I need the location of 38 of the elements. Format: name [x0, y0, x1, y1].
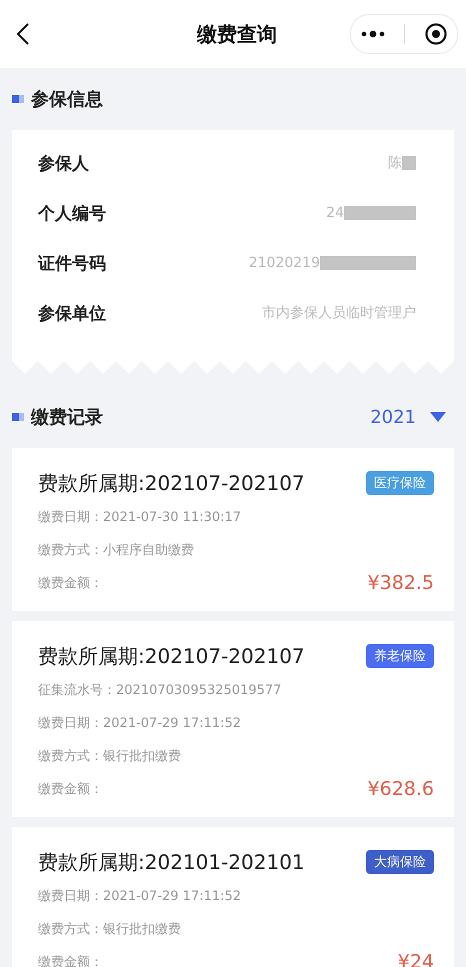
amount-value: ¥382.5: [368, 572, 434, 594]
record-detail: 缴费方式：小程序自助缴费: [38, 542, 194, 558]
amount-label: 缴费金额：: [38, 574, 103, 592]
record-detail: 缴费日期：2021-07-29 17:11:52: [38, 714, 242, 732]
field-value: 21020219: [248, 255, 320, 271]
record-detail: 缴费日期：2021-07-30 11:30:17: [38, 508, 242, 526]
record-period: 费款所属期:202107-202107: [38, 470, 305, 496]
record-detail: 缴费方式：银行批扣缴费: [38, 920, 181, 938]
section-title: 缴费记录: [31, 406, 103, 429]
year-dropdown[interactable]: 2021: [370, 406, 446, 428]
record-period: 费款所属期:202107-202107: [38, 642, 305, 670]
insurance-tag: 医疗保险: [366, 471, 434, 495]
record-detail: 缴费日期：2021-07-29 17:11:52: [38, 888, 242, 904]
close-button[interactable]: [425, 23, 448, 45]
back-icon: [16, 22, 30, 46]
amount-label: 缴费金额：: [38, 780, 103, 798]
amount-value: ¥628.6: [368, 778, 434, 800]
insurance-tag: 大病保险: [366, 850, 434, 874]
field-label: 参保单位: [38, 302, 106, 324]
page-title: 缴费查询: [197, 20, 277, 48]
target-icon: [425, 23, 448, 45]
section-marker-icon: [12, 95, 24, 103]
field-value: 24: [326, 205, 344, 221]
field-label: 证件号码: [38, 252, 106, 274]
insurance-tag: 养老保险: [366, 644, 434, 668]
more-button[interactable]: [360, 30, 385, 38]
field-label: 个人编号: [38, 202, 106, 224]
back-button[interactable]: [16, 22, 30, 46]
more-icon: [360, 30, 385, 38]
caret-icon: [430, 412, 446, 422]
field-value: 市内参保人员临时管理户: [262, 304, 416, 322]
section-title: 参保信息: [31, 88, 103, 111]
record-detail: 缴费方式：银行批扣缴费: [38, 748, 181, 764]
record-detail: 征集流水号：20210703095325019577: [38, 682, 282, 698]
field-value: 陈: [388, 154, 402, 172]
record-period: 费款所属期:202101-202101: [38, 848, 305, 876]
field-label: 参保人: [38, 152, 89, 174]
section-marker-icon: [12, 413, 24, 421]
